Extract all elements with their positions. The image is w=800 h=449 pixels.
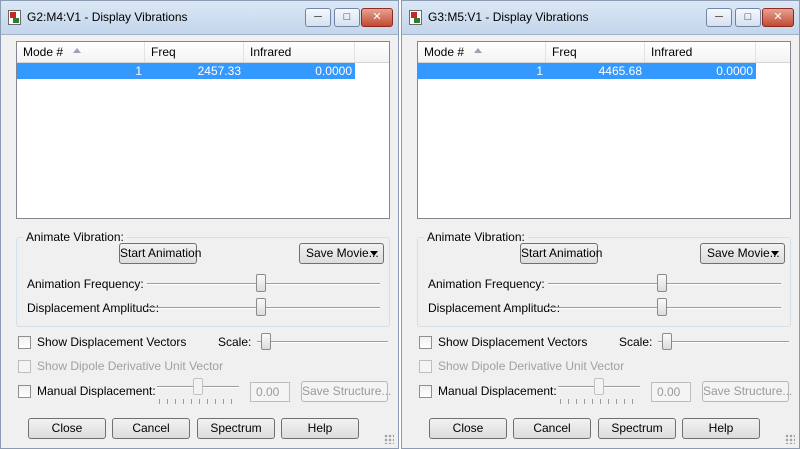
show-dipole-vector-label: Show Dipole Derivative Unit Vector (438, 359, 625, 373)
animation-frequency-slider[interactable] (657, 274, 668, 292)
show-displacement-vectors-checkbox[interactable] (419, 336, 432, 349)
cancel-button[interactable]: Cancel (513, 418, 591, 439)
help-button[interactable]: Help (281, 418, 359, 439)
app-icon (409, 10, 422, 25)
start-animation-button[interactable]: Start Animation (119, 243, 201, 264)
manual-displacement-label: Manual Displacement: (438, 384, 557, 398)
sort-ascending-icon (474, 48, 482, 53)
window-title: G2:M4:V1 - Display Vibrations (27, 10, 188, 24)
column-header-infrared[interactable]: Infrared (244, 42, 355, 62)
animation-frequency-label: Animation Frequency: (428, 277, 545, 291)
scale-label: Scale: (619, 335, 653, 349)
vibrations-window-2: G3:M5:V1 - Display Vibrations ─ □ ✕ Mode… (401, 0, 800, 449)
show-dipole-vector-label: Show Dipole Derivative Unit Vector (37, 359, 224, 373)
sort-ascending-icon (73, 48, 81, 53)
displacement-value-field[interactable]: 0.00 (651, 382, 691, 402)
column-header-mode[interactable]: Mode # (418, 42, 546, 62)
cancel-button[interactable]: Cancel (112, 418, 190, 439)
infrared-cell: 0.0000 (315, 64, 352, 78)
show-dipole-vector-checkbox[interactable] (18, 360, 31, 373)
dropdown-arrow-icon (771, 251, 779, 256)
window-title: G3:M5:V1 - Display Vibrations (428, 10, 589, 24)
animate-vibration-label: Animate Vibration: (424, 230, 528, 244)
help-button[interactable]: Help (682, 418, 760, 439)
close-button[interactable]: Close (429, 418, 507, 439)
infrared-cell: 0.0000 (716, 64, 753, 78)
dropdown-arrow-icon (370, 251, 378, 256)
maximize-button[interactable]: □ (735, 8, 761, 27)
mode-cell: 1 (536, 64, 543, 78)
vibration-modes-list[interactable]: Mode # Freq Infrared 1 2457.33 0.0000 (16, 41, 390, 219)
displacement-amplitude-slider[interactable] (256, 298, 267, 316)
title-bar[interactable]: G2:M4:V1 - Display Vibrations ─ □ ✕ (1, 1, 398, 35)
displacement-amplitude-label: Displacement Amplitude: (27, 301, 160, 315)
scale-track[interactable] (257, 341, 388, 343)
scale-slider[interactable] (661, 333, 672, 350)
freq-cell: 2457.33 (197, 64, 241, 78)
close-window-button[interactable]: ✕ (762, 8, 794, 27)
list-header: Mode # Freq Infrared (17, 42, 389, 63)
resize-grip-icon[interactable] (384, 434, 394, 444)
minimize-button[interactable]: ─ (706, 8, 732, 27)
column-header-label: Mode # (23, 45, 64, 59)
minimize-button[interactable]: ─ (305, 8, 331, 27)
displacement-amplitude-label: Displacement Amplitude: (428, 301, 561, 315)
show-dipole-vector-checkbox[interactable] (419, 360, 432, 373)
column-header-infrared[interactable]: Infrared (645, 42, 756, 62)
scale-label: Scale: (218, 335, 252, 349)
show-displacement-vectors-label: Show Displacement Vectors (438, 335, 588, 349)
close-window-button[interactable]: ✕ (361, 8, 393, 27)
save-structure-button[interactable]: Save Structure... (702, 381, 792, 402)
manual-displacement-ticks (159, 399, 239, 404)
maximize-button[interactable]: □ (334, 8, 360, 27)
vibrations-window-1: G2:M4:V1 - Display Vibrations ─ □ ✕ Mode… (0, 0, 399, 449)
title-bar[interactable]: G3:M5:V1 - Display Vibrations ─ □ ✕ (402, 1, 799, 35)
column-header-label: Mode # (424, 45, 465, 59)
animate-vibration-label: Animate Vibration: (23, 230, 127, 244)
scale-slider[interactable] (260, 333, 271, 350)
manual-displacement-ticks (560, 399, 640, 404)
animation-frequency-label: Animation Frequency: (27, 277, 144, 291)
show-displacement-vectors-label: Show Displacement Vectors (37, 335, 187, 349)
manual-displacement-label: Manual Displacement: (37, 384, 156, 398)
show-displacement-vectors-checkbox[interactable] (18, 336, 31, 349)
displacement-amplitude-slider[interactable] (657, 298, 668, 316)
list-header: Mode # Freq Infrared (418, 42, 790, 63)
freq-cell: 4465.68 (598, 64, 642, 78)
list-row-selected[interactable]: 1 2457.33 0.0000 (17, 63, 355, 79)
manual-displacement-slider[interactable] (193, 378, 203, 395)
list-row-selected[interactable]: 1 4465.68 0.0000 (418, 63, 756, 79)
scale-track[interactable] (658, 341, 789, 343)
save-movie-label: Save Movie... (707, 246, 780, 260)
save-structure-button[interactable]: Save Structure... (301, 381, 391, 402)
manual-displacement-slider[interactable] (594, 378, 604, 395)
save-movie-label: Save Movie... (306, 246, 379, 260)
mode-cell: 1 (135, 64, 142, 78)
spectrum-button[interactable]: Spectrum (197, 418, 275, 439)
column-header-mode[interactable]: Mode # (17, 42, 145, 62)
manual-displacement-checkbox[interactable] (419, 385, 432, 398)
save-movie-button[interactable]: Save Movie... (700, 243, 785, 264)
column-header-freq[interactable]: Freq (546, 42, 645, 62)
manual-displacement-checkbox[interactable] (18, 385, 31, 398)
close-button[interactable]: Close (28, 418, 106, 439)
animation-frequency-slider[interactable] (256, 274, 267, 292)
vibration-modes-list[interactable]: Mode # Freq Infrared 1 4465.68 0.0000 (417, 41, 791, 219)
displacement-value-field[interactable]: 0.00 (250, 382, 290, 402)
start-animation-button[interactable]: Start Animation (520, 243, 602, 264)
save-movie-button[interactable]: Save Movie... (299, 243, 384, 264)
app-icon (8, 10, 21, 25)
resize-grip-icon[interactable] (785, 434, 795, 444)
spectrum-button[interactable]: Spectrum (598, 418, 676, 439)
column-header-freq[interactable]: Freq (145, 42, 244, 62)
